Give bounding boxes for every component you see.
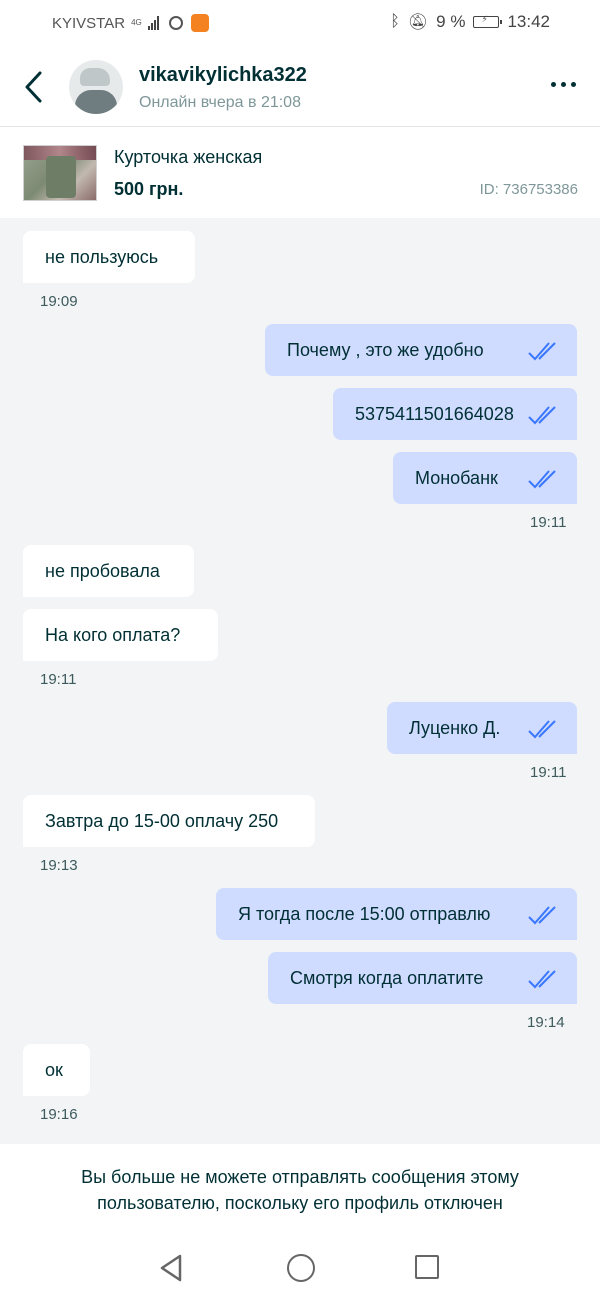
message-time: 19:11 <box>530 764 567 781</box>
read-check-icon <box>528 470 556 489</box>
avatar[interactable] <box>69 60 123 114</box>
message-time: 19:13 <box>40 857 78 874</box>
nav-recents-icon[interactable] <box>415 1255 439 1279</box>
product-title[interactable]: Курточка женская <box>114 147 262 168</box>
chat-history[interactable]: не пользуюсь 19:09 Почему , это же удобн… <box>0 218 600 1144</box>
outgoing-message[interactable]: 5375411501664028 <box>333 388 577 440</box>
outgoing-message[interactable]: Смотря когда оплатите <box>268 952 577 1004</box>
clock: 13:42 <box>507 12 550 31</box>
read-check-icon <box>528 970 556 989</box>
battery-percent: 9 % <box>436 12 466 31</box>
back-arrow-icon[interactable] <box>20 68 50 106</box>
read-check-icon <box>528 720 556 739</box>
message-time: 19:14 <box>527 1014 565 1031</box>
status-bar: KYIVSTAR 4G ᛒ 🔕︎ 9 % 13:42 <box>0 0 600 48</box>
message-text: Завтра до 15-00 оплачу 250 <box>45 810 279 831</box>
outgoing-message[interactable]: Монобанк <box>393 452 577 504</box>
outgoing-message[interactable]: Луценко Д. <box>387 702 577 754</box>
status-right: ᛒ 🔕︎ 9 % 13:42 <box>390 12 550 32</box>
battery-icon <box>473 14 503 28</box>
message-text: Я тогда после 15:00 отправлю <box>238 903 491 924</box>
signal-icon <box>147 16 159 30</box>
read-check-icon <box>528 342 556 361</box>
read-check-icon <box>528 906 556 925</box>
alarm-icon <box>168 16 183 30</box>
message-text: Луценко Д. <box>409 717 501 738</box>
message-text: ок <box>45 1059 63 1080</box>
message-time: 19:11 <box>40 671 77 688</box>
nav-back-icon[interactable] <box>158 1253 184 1283</box>
product-id: ID: 736753386 <box>479 181 578 198</box>
message-time: 19:11 <box>530 514 567 531</box>
message-text: 5375411501664028 <box>355 403 514 424</box>
product-price: 500 грн. <box>114 179 184 199</box>
chat-footer: Вы больше не можете отправлять сообщения… <box>0 1144 600 1299</box>
message-time: 19:09 <box>40 293 78 310</box>
message-time: 19:16 <box>40 1106 78 1123</box>
incoming-message[interactable]: ок <box>23 1044 90 1096</box>
chat-header: vikavikylichka322 Онлайн вчера в 21:08 <box>0 48 600 127</box>
bluetooth-icon: ᛒ <box>390 13 400 30</box>
mute-icon: 🔕︎ <box>407 14 429 31</box>
incoming-message[interactable]: На кого оплата? <box>23 609 218 661</box>
message-text: Почему , это же удобно <box>287 339 484 360</box>
message-text: не пользуюсь <box>45 246 159 267</box>
incoming-message[interactable]: Завтра до 15-00 оплачу 250 <box>23 795 315 847</box>
message-text: Смотря когда оплатите <box>290 967 484 988</box>
message-text: На кого оплата? <box>45 624 181 645</box>
more-options-icon[interactable] <box>551 82 576 87</box>
incoming-message[interactable]: не пробовала <box>23 545 194 597</box>
product-thumbnail[interactable] <box>23 145 97 201</box>
message-text: Монобанк <box>415 467 498 488</box>
online-status: Онлайн вчера в 21:08 <box>139 94 301 111</box>
read-check-icon <box>528 406 556 425</box>
blocked-notice: Вы больше не можете отправлять сообщения… <box>81 1167 519 1213</box>
status-left: KYIVSTAR 4G <box>52 14 209 32</box>
incoming-message[interactable]: не пользуюсь <box>23 231 195 283</box>
app-notification-icon <box>190 14 209 32</box>
message-text: не пробовала <box>45 560 160 581</box>
outgoing-message[interactable]: Я тогда после 15:00 отправлю <box>216 888 577 940</box>
network-type: 4G <box>131 18 142 27</box>
username[interactable]: vikavikylichka322 <box>139 64 307 87</box>
nav-home-icon[interactable] <box>287 1254 315 1282</box>
outgoing-message[interactable]: Почему , это же удобно <box>265 324 577 376</box>
product-card[interactable]: Курточка женская 500 грн. ID: 736753386 <box>0 127 600 217</box>
system-nav-bar <box>0 1232 600 1299</box>
carrier-name: KYIVSTAR <box>52 14 126 32</box>
